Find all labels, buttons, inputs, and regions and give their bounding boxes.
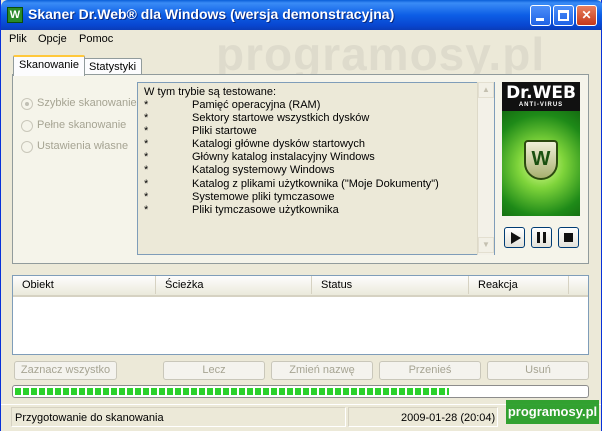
maximize-button[interactable] bbox=[553, 5, 574, 26]
rename-button[interactable]: Zmień nazwę bbox=[271, 361, 373, 380]
column-status[interactable]: Status bbox=[312, 276, 469, 294]
info-bullet: * bbox=[144, 190, 149, 203]
radio-full-scan[interactable] bbox=[21, 120, 33, 132]
info-bullet: * bbox=[144, 112, 149, 125]
scroll-up-icon[interactable]: ▲ bbox=[478, 82, 494, 98]
info-bullet: * bbox=[144, 177, 149, 190]
info-bullet: * bbox=[144, 125, 149, 138]
minimize-icon bbox=[536, 18, 544, 21]
info-item-text: Katalog systemowy Windows bbox=[192, 164, 335, 177]
window-title: Skaner Dr.Web® dla Windows (wersja demon… bbox=[28, 6, 395, 22]
scan-info-box: W tym trybie są testowane: * Pamięć opera… bbox=[137, 82, 495, 255]
scan-progress-bar bbox=[12, 385, 589, 398]
close-button[interactable]: ✕ bbox=[576, 5, 597, 26]
status-datetime: 2009-01-28 (20:04) bbox=[348, 407, 498, 427]
info-list-item: * Główny katalog instalacyjny Windows bbox=[144, 151, 375, 164]
stop-icon bbox=[564, 233, 573, 242]
close-icon: ✕ bbox=[581, 8, 592, 22]
logo-subtitle: ANTI-VIRUS bbox=[518, 102, 564, 108]
info-list-item: * Pliki startowe bbox=[144, 125, 276, 138]
start-scan-button[interactable] bbox=[504, 227, 525, 248]
minimize-button[interactable] bbox=[530, 5, 551, 26]
column-obiekt[interactable]: Obiekt bbox=[13, 276, 156, 294]
results-list[interactable]: Obiekt Ścieżka Status Reakcja bbox=[12, 275, 589, 355]
info-list-item: * Pliki tymczasowe użytkownika bbox=[144, 203, 339, 217]
info-list-item: * Katalog z plikami użytkownika ("Moje Do… bbox=[144, 177, 439, 191]
cure-button[interactable]: Lecz bbox=[163, 361, 265, 380]
info-item-text: Pamięć operacyjna (RAM) bbox=[192, 99, 321, 111]
info-bullet: * bbox=[144, 138, 149, 151]
maximize-icon bbox=[558, 10, 569, 21]
drweb-app-icon: W bbox=[7, 7, 23, 23]
scan-progress-fill bbox=[15, 388, 449, 395]
info-bullet: * bbox=[144, 164, 149, 177]
radio-custom-scan-label[interactable]: Ustawienia własne bbox=[37, 140, 128, 152]
radio-custom-scan[interactable] bbox=[21, 141, 33, 153]
info-heading: W tym trybie są testowane: bbox=[144, 86, 277, 98]
info-list-item: * Sektory startowe wszystkich dysków bbox=[144, 112, 369, 125]
title-bar[interactable]: W Skaner Dr.Web® dla Windows (wersja dem… bbox=[1, 0, 602, 30]
main-window: W Skaner Dr.Web® dla Windows (wersja dem… bbox=[0, 0, 602, 431]
menu-plik[interactable]: Plik bbox=[9, 33, 27, 45]
status-text: Przygotowanie do skanowania bbox=[11, 407, 346, 427]
pause-icon bbox=[537, 232, 546, 243]
radio-quick-scan[interactable] bbox=[21, 98, 33, 110]
logo-name: Dr.WEB bbox=[506, 83, 576, 103]
info-scrollbar[interactable]: ▲ ▼ bbox=[477, 82, 494, 255]
info-item-text: Katalogi główne dysków startowych bbox=[192, 138, 366, 151]
stop-scan-button[interactable] bbox=[558, 227, 579, 248]
menu-bar: Plik Opcje Pomoc bbox=[5, 31, 599, 49]
column-sciezka[interactable]: Ścieżka bbox=[156, 276, 312, 294]
info-bullet: * bbox=[144, 99, 149, 111]
info-list: * Pamięć operacyjna (RAM) * Sektory startow… bbox=[144, 99, 439, 217]
select-all-button[interactable]: Zaznacz wszystko bbox=[14, 361, 117, 380]
info-bullet: * bbox=[144, 203, 149, 216]
spider-shield-icon: W bbox=[524, 140, 558, 180]
move-button[interactable]: Przenieś bbox=[379, 361, 481, 380]
info-bullet: * bbox=[144, 151, 149, 164]
info-list-item: * Katalogi główne dysków startowych bbox=[144, 138, 365, 151]
radio-quick-scan-label[interactable]: Szybkie skanowanie bbox=[37, 97, 137, 109]
menu-opcje[interactable]: Opcje bbox=[38, 33, 67, 45]
info-item-text: Sektory startowe wszystkich dysków bbox=[192, 112, 370, 125]
info-item-text: Główny katalog instalacyjny Windows bbox=[192, 151, 375, 164]
watermark-badge: programosy.pl bbox=[506, 400, 599, 424]
tab-skanowanie[interactable]: Skanowanie bbox=[13, 55, 85, 76]
info-item-text: Pliki startowe bbox=[192, 125, 257, 138]
info-list-item: * Katalog systemowy Windows bbox=[144, 164, 334, 177]
menu-pomoc[interactable]: Pomoc bbox=[79, 33, 113, 45]
info-item-text: Pliki tymczasowe użytkownika bbox=[192, 203, 339, 216]
delete-button[interactable]: Usuń bbox=[487, 361, 589, 380]
info-list-item: * Pamięć operacyjna (RAM) bbox=[144, 99, 320, 112]
info-list-item: * Systemowe pliki tymczasowe bbox=[144, 190, 334, 204]
info-item-text: Katalog z plikami użytkownika ("Moje Dok… bbox=[192, 177, 439, 190]
results-list-header: Obiekt Ścieżka Status Reakcja bbox=[13, 276, 588, 297]
pause-scan-button[interactable] bbox=[531, 227, 552, 248]
radio-full-scan-label[interactable]: Pełne skanowanie bbox=[37, 119, 126, 131]
column-reakcja[interactable]: Reakcja bbox=[469, 276, 569, 294]
scroll-down-icon[interactable]: ▼ bbox=[478, 237, 494, 253]
info-content: W tym trybie są testowane: * Pamięć opera… bbox=[144, 86, 439, 217]
play-icon bbox=[511, 232, 521, 244]
drweb-logo: Dr.WEB ANTI-VIRUS W bbox=[502, 82, 580, 216]
info-item-text: Systemowe pliki tymczasowe bbox=[192, 190, 335, 203]
